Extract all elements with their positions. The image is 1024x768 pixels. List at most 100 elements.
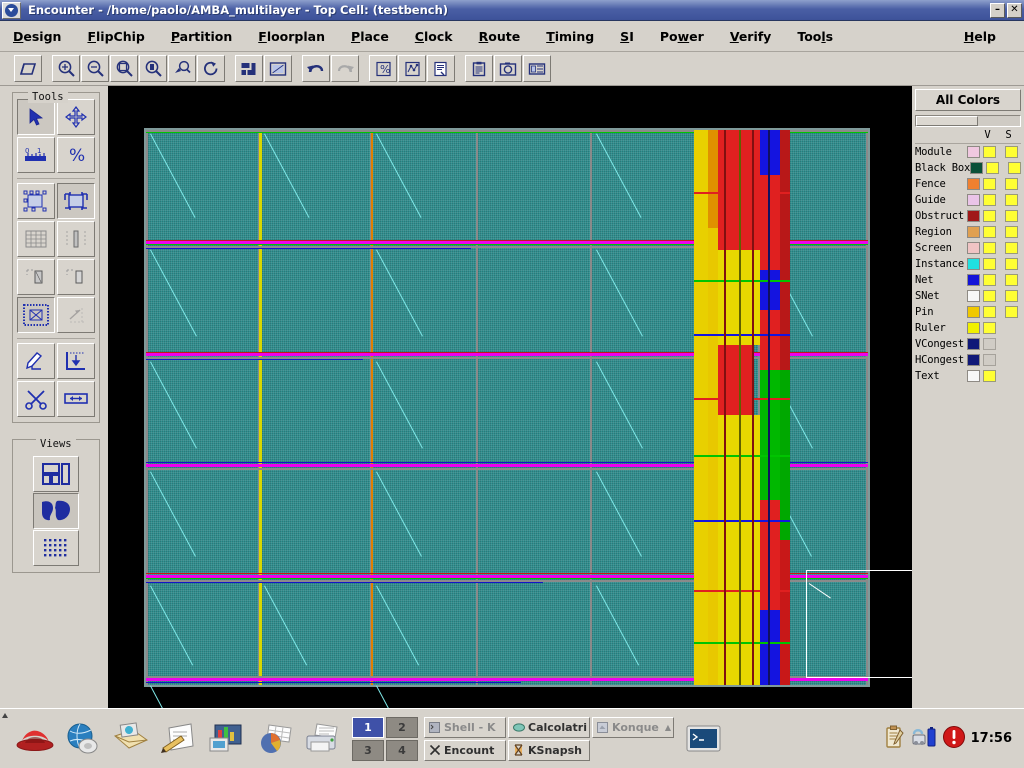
pencil-edit-tool[interactable]	[17, 343, 55, 379]
visibility-checkbox[interactable]	[983, 146, 996, 158]
close-button[interactable]: ✕	[1007, 2, 1022, 18]
snap-arrow-tool[interactable]	[57, 297, 95, 333]
email-icon[interactable]	[108, 716, 154, 762]
color-row-net[interactable]: Net	[915, 272, 1021, 288]
taskbar-handle[interactable]	[0, 710, 10, 768]
align-bottom-tool[interactable]	[57, 343, 95, 379]
stretch-width-tool[interactable]	[57, 381, 95, 417]
menu-flipchip[interactable]: FlipChip	[74, 27, 157, 46]
visibility-checkbox[interactable]	[986, 162, 1000, 174]
open-design-icon[interactable]	[14, 55, 42, 82]
desktop-2-button[interactable]: 2	[386, 716, 418, 738]
color-swatch[interactable]	[967, 210, 980, 222]
color-swatch[interactable]	[967, 178, 980, 190]
desktop-4-button[interactable]: 4	[386, 739, 418, 761]
selectability-checkbox[interactable]	[1005, 226, 1018, 238]
zoom-out-icon[interactable]	[81, 55, 109, 82]
menu-clock[interactable]: Clock	[402, 27, 466, 46]
color-swatch[interactable]	[967, 354, 980, 366]
desktop-3-button[interactable]: 3	[352, 739, 384, 761]
klipper-clipboard-icon[interactable]	[884, 724, 906, 753]
visibility-checkbox[interactable]	[983, 338, 996, 350]
window-button-konqueror[interactable]: Konque ▲	[592, 716, 674, 738]
visibility-checkbox[interactable]	[983, 242, 996, 254]
row-grid-tool[interactable]	[17, 221, 55, 257]
pan-move-tool[interactable]	[57, 99, 95, 135]
color-row-text[interactable]: Text	[915, 368, 1021, 384]
color-row-hcongest[interactable]: HCongest	[915, 352, 1021, 368]
undo-icon[interactable]	[302, 55, 330, 82]
spreadsheet-icon[interactable]	[252, 716, 298, 762]
selectability-checkbox[interactable]	[1005, 242, 1018, 254]
color-row-instance[interactable]: Instance	[915, 256, 1021, 272]
window-list-overflow-icon[interactable]: ▲	[665, 723, 673, 732]
redraw-icon[interactable]	[197, 55, 225, 82]
column-blockage-tool[interactable]	[57, 221, 95, 257]
menu-verify[interactable]: Verify	[717, 27, 785, 46]
color-row-region[interactable]: Region	[915, 224, 1021, 240]
selectability-checkbox[interactable]	[1005, 290, 1018, 302]
flight-line-icon[interactable]	[398, 55, 426, 82]
color-swatch[interactable]	[967, 306, 980, 318]
color-swatch[interactable]	[967, 242, 980, 254]
desktop-1-button[interactable]: 1	[352, 716, 384, 738]
window-menu-button[interactable]	[2, 1, 21, 19]
color-panel-scrollbar[interactable]	[915, 115, 1021, 127]
window-button-encounter[interactable]: Encount	[424, 739, 506, 761]
snapshot-icon[interactable]	[494, 55, 522, 82]
battery-monitor-icon[interactable]	[911, 724, 937, 753]
zoom-selected-icon[interactable]	[139, 55, 167, 82]
color-swatch[interactable]	[967, 322, 980, 334]
text-editor-icon[interactable]	[156, 716, 202, 762]
color-row-ruler[interactable]: Ruler	[915, 320, 1021, 336]
menu-timing[interactable]: Timing	[533, 27, 607, 46]
color-swatch[interactable]	[967, 258, 980, 270]
percent-density-tool[interactable]: %	[57, 137, 95, 173]
selectability-checkbox[interactable]	[1005, 146, 1018, 158]
floorplan-view-icon[interactable]	[235, 55, 263, 82]
all-colors-button[interactable]: All Colors	[915, 89, 1021, 111]
minimize-button[interactable]: –	[990, 2, 1005, 18]
menu-partition[interactable]: Partition	[158, 27, 245, 46]
color-row-module[interactable]: Module	[915, 144, 1021, 160]
view-amoeba[interactable]	[33, 493, 79, 529]
selectability-checkbox[interactable]	[1005, 210, 1018, 222]
color-swatch[interactable]	[967, 338, 980, 350]
amoeba-view-icon[interactable]	[264, 55, 292, 82]
visibility-checkbox[interactable]	[983, 322, 996, 334]
web-browser-icon[interactable]	[60, 716, 106, 762]
menu-help[interactable]: Help	[951, 27, 1024, 46]
color-swatch[interactable]	[967, 274, 980, 286]
selectability-checkbox[interactable]	[1005, 194, 1018, 206]
color-row-vcongest[interactable]: VCongest	[915, 336, 1021, 352]
place-blockage-tool[interactable]	[17, 297, 55, 333]
window-button-ksnapshot[interactable]: KSnapsh	[508, 739, 590, 761]
density-icon[interactable]: %	[369, 55, 397, 82]
visibility-checkbox[interactable]	[983, 226, 996, 238]
presentation-icon[interactable]	[204, 716, 250, 762]
window-button-calcolatrice[interactable]: Calcolatri	[508, 716, 590, 738]
printer-icon[interactable]	[300, 716, 346, 762]
color-row-screen[interactable]: Screen	[915, 240, 1021, 256]
visibility-checkbox[interactable]	[983, 274, 996, 286]
color-swatch[interactable]	[967, 226, 980, 238]
clipboard-icon[interactable]	[465, 55, 493, 82]
move-pin-tool[interactable]	[57, 259, 95, 295]
report-icon[interactable]	[427, 55, 455, 82]
visibility-checkbox[interactable]	[983, 194, 996, 206]
zoom-previous-icon[interactable]	[168, 55, 196, 82]
color-swatch[interactable]	[967, 194, 980, 206]
window-button-shell[interactable]: Shell - K	[424, 716, 506, 738]
visibility-checkbox[interactable]	[983, 354, 996, 366]
visibility-checkbox[interactable]	[983, 178, 996, 190]
visibility-checkbox[interactable]	[983, 290, 996, 302]
view-physical[interactable]	[33, 530, 79, 566]
menu-si[interactable]: SI	[607, 27, 647, 46]
menu-power[interactable]: Power	[647, 27, 717, 46]
menu-floorplan[interactable]: Floorplan	[245, 27, 338, 46]
color-row-guide[interactable]: Guide	[915, 192, 1021, 208]
color-row-fence[interactable]: Fence	[915, 176, 1021, 192]
selectability-checkbox[interactable]	[1005, 306, 1018, 318]
zoom-in-icon[interactable]	[52, 55, 80, 82]
color-row-snet[interactable]: SNet	[915, 288, 1021, 304]
